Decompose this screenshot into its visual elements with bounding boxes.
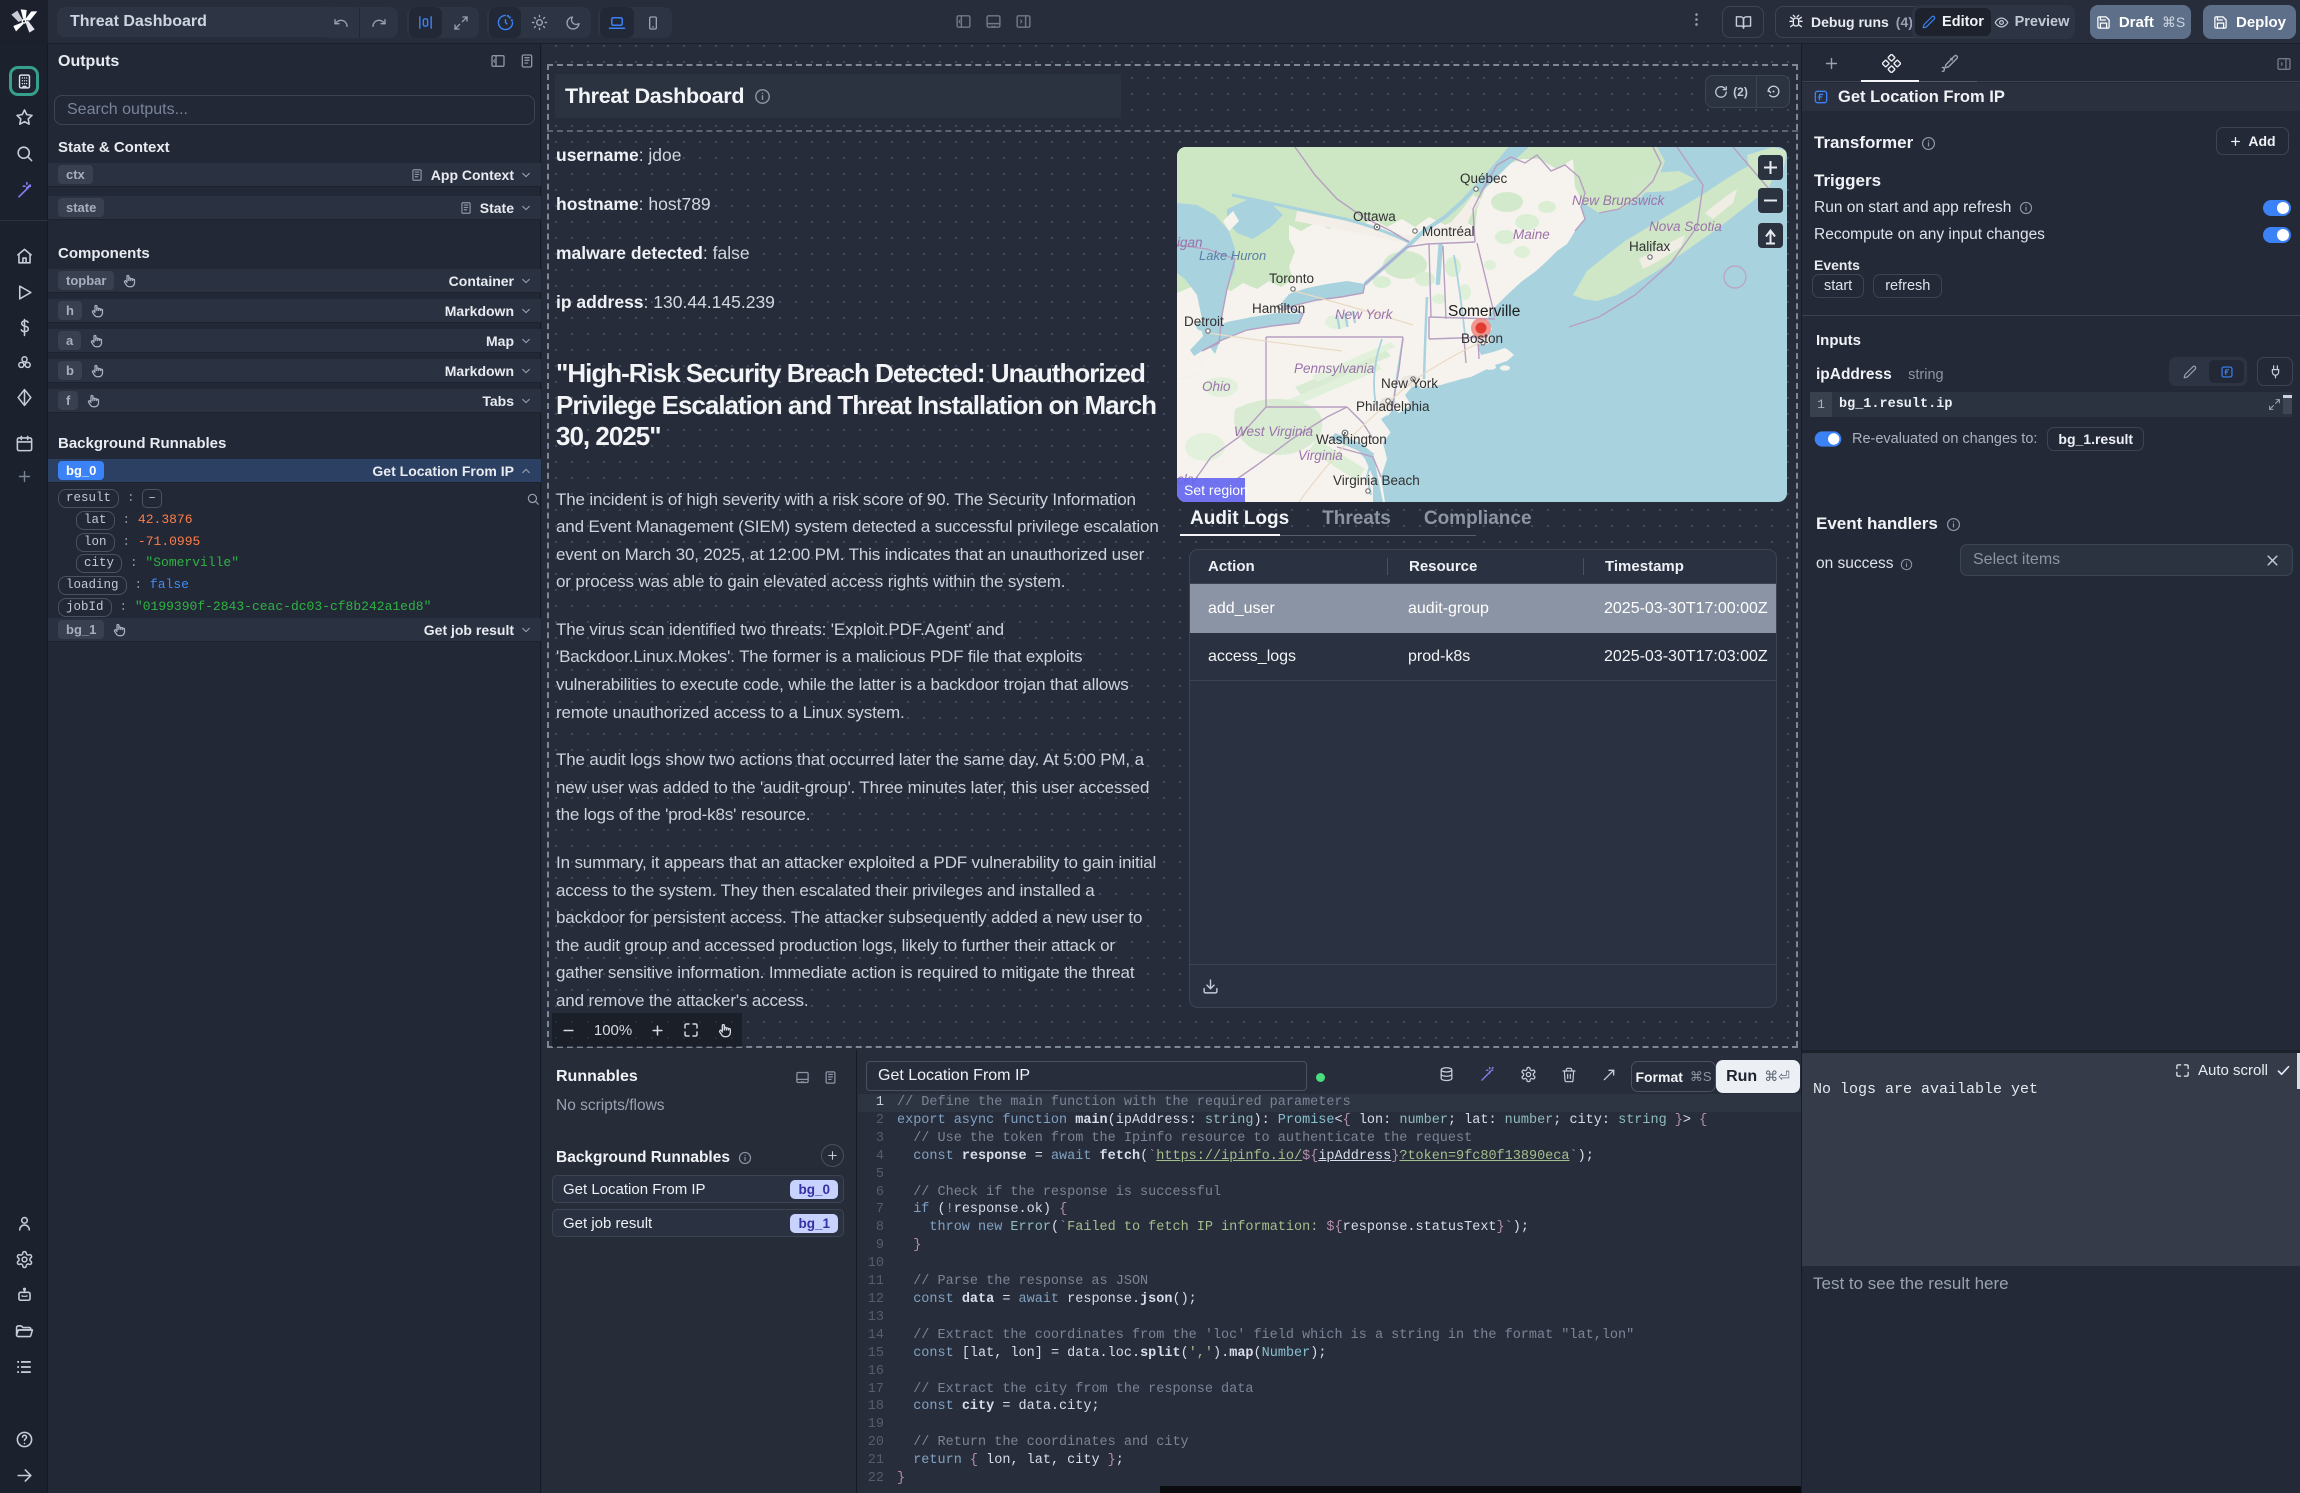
svg-text:New Brunswick: New Brunswick: [1572, 193, 1666, 208]
svg-text:Ohio: Ohio: [1202, 379, 1231, 394]
svg-text:Hamilton: Hamilton: [1252, 301, 1305, 316]
svg-text:West Virginia: West Virginia: [1234, 424, 1314, 439]
svg-text:Set region: Set region: [1184, 482, 1248, 498]
svg-text:Ottawa: Ottawa: [1353, 209, 1396, 224]
svg-text:Detroit: Detroit: [1184, 314, 1224, 329]
svg-text:Somerville: Somerville: [1448, 303, 1520, 320]
svg-text:Halifax: Halifax: [1629, 239, 1671, 254]
svg-text:Lake Huron: Lake Huron: [1199, 248, 1266, 263]
svg-text:Washington: Washington: [1316, 432, 1387, 447]
svg-text:Virginia Beach: Virginia Beach: [1333, 473, 1420, 488]
svg-text:Boston: Boston: [1461, 331, 1503, 346]
svg-text:Maine: Maine: [1513, 227, 1550, 242]
svg-text:Québec: Québec: [1460, 171, 1508, 186]
svg-text:Pennsylvania: Pennsylvania: [1294, 361, 1375, 376]
svg-text:Virginia: Virginia: [1298, 448, 1343, 463]
svg-text:New York: New York: [1381, 376, 1438, 391]
svg-text:Montréal: Montréal: [1422, 224, 1475, 239]
svg-text:Nova Scotia: Nova Scotia: [1649, 219, 1722, 234]
svg-text:Toronto: Toronto: [1269, 271, 1314, 286]
svg-text:New York: New York: [1335, 307, 1394, 322]
svg-text:Philadelphia: Philadelphia: [1356, 399, 1430, 414]
